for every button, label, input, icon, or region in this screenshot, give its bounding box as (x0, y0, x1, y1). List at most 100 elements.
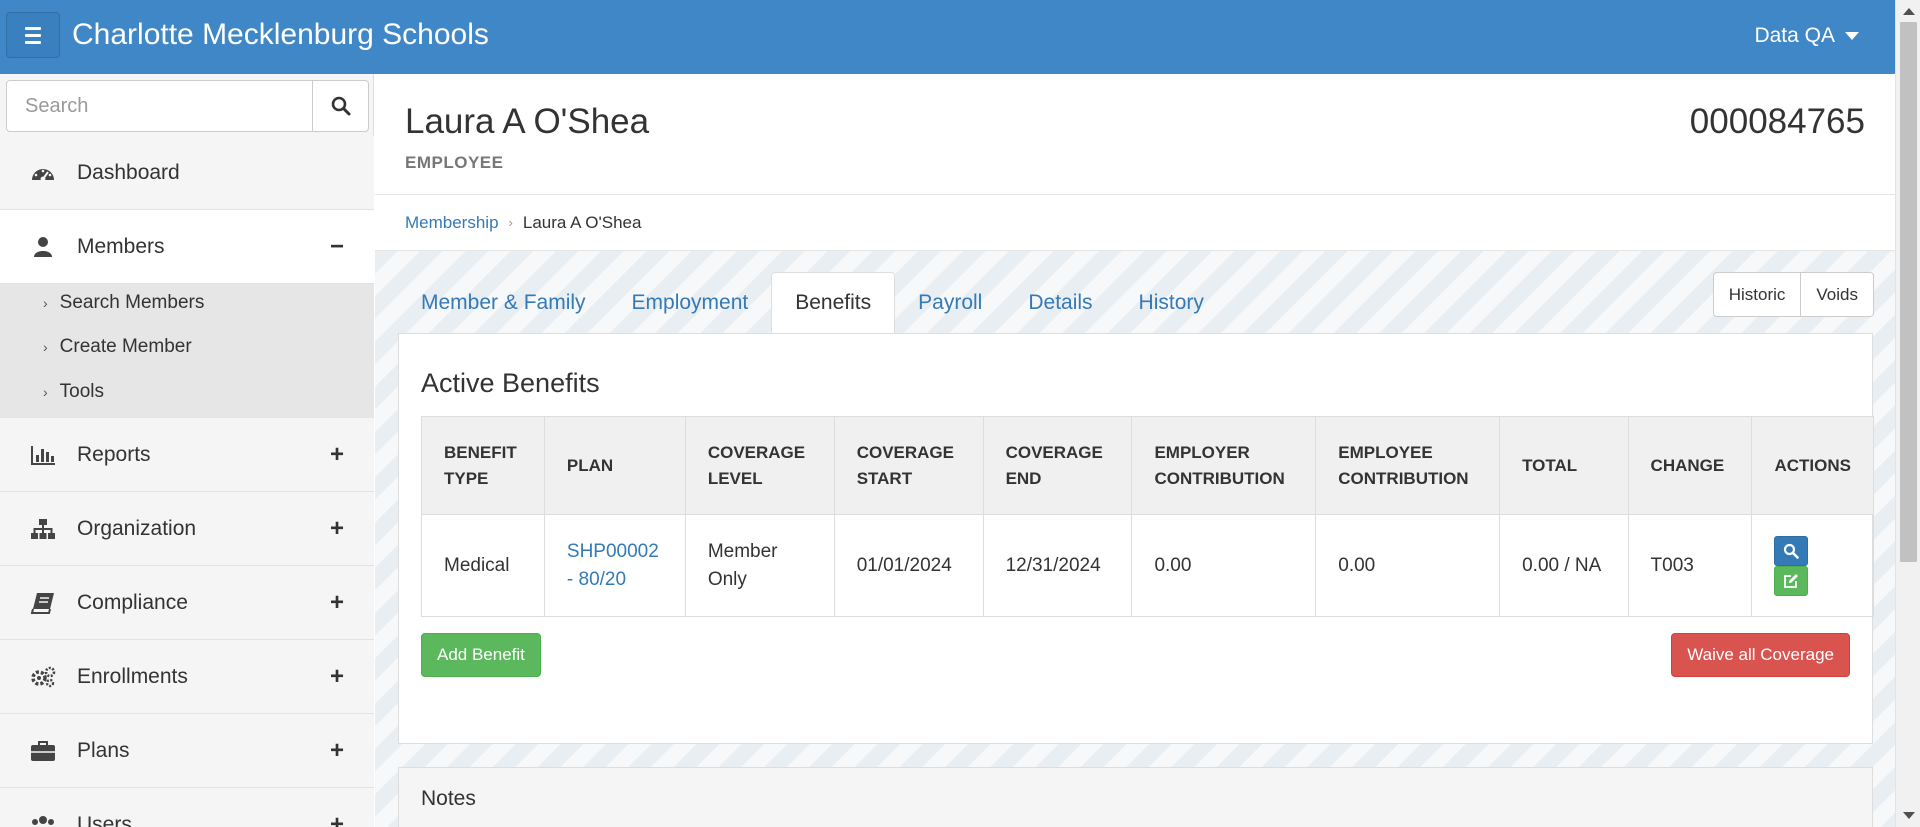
column-header: ACTIONS (1751, 416, 1874, 515)
bar-chart-icon (30, 444, 56, 466)
hamburger-icon (25, 26, 41, 30)
submenu-label: Search Members (59, 292, 205, 313)
tab-employment[interactable]: Employment (609, 272, 772, 333)
chevron-right-icon: › (43, 295, 48, 311)
sidebar-item-members[interactable]: Members − (0, 210, 374, 284)
sidebar-item-label: Plans (77, 738, 130, 762)
chevron-right-icon: › (43, 339, 48, 355)
chevron-right-icon: › (43, 384, 48, 400)
tab-payroll[interactable]: Payroll (895, 272, 1005, 333)
member-tabs: Member & Family Employment Benefits Payr… (398, 272, 1227, 333)
user-name: Data QA (1754, 24, 1835, 47)
member-id: 000084765 (1689, 102, 1865, 141)
active-benefits-panel: Active Benefits BENEFIT TYPE PLAN COVERA… (398, 333, 1874, 744)
submenu-label: Create Member (59, 336, 192, 357)
tab-member-family[interactable]: Member & Family (398, 272, 609, 333)
waive-all-coverage-button[interactable]: Waive all Coverage (1671, 633, 1850, 677)
tab-history[interactable]: History (1116, 272, 1227, 333)
breadcrumb: Membership › Laura A O'Shea (375, 195, 1895, 251)
total-cell: 0.00 / NA (1499, 514, 1629, 617)
sidebar-item-organization[interactable]: Organization + (0, 492, 374, 566)
dashboard-icon (30, 162, 56, 184)
expand-icon[interactable]: + (330, 441, 344, 469)
expand-icon[interactable]: + (330, 737, 344, 765)
users-icon (30, 814, 56, 827)
scroll-up-icon[interactable] (1903, 8, 1915, 15)
sidebar-item-reports[interactable]: Reports + (0, 418, 374, 492)
breadcrumb-current: Laura A O'Shea (522, 212, 642, 232)
view-benefit-button[interactable] (1774, 535, 1809, 566)
edit-icon (1784, 573, 1799, 588)
expand-icon[interactable]: + (330, 589, 344, 617)
notes-panel: Notes (398, 767, 1873, 827)
sidebar-item-compliance[interactable]: Compliance + (0, 566, 374, 640)
voids-button[interactable]: Voids (1801, 272, 1874, 317)
submenu-tools[interactable]: › Tools (43, 381, 104, 403)
user-icon (30, 236, 56, 258)
scrollbar-thumb[interactable] (1900, 22, 1917, 562)
submenu-search-members[interactable]: › Search Members (43, 292, 204, 314)
expand-icon[interactable]: + (330, 515, 344, 543)
sidebar: Dashboard Members − › Search Members › C… (0, 74, 374, 827)
sidebar-item-dashboard[interactable]: Dashboard (0, 136, 374, 210)
change-cell: T003 (1627, 514, 1753, 617)
gears-icon (30, 666, 56, 688)
column-header: COVERAGE LEVEL (684, 416, 835, 515)
sidebar-item-enrollments[interactable]: Enrollments + (0, 640, 374, 714)
benefit-type-cell: Medical (421, 514, 545, 617)
collapse-icon[interactable]: − (330, 233, 344, 261)
employee-contribution-cell: 0.00 (1315, 514, 1501, 617)
sidebar-item-label: Users (77, 812, 132, 827)
sidebar-item-label: Enrollments (77, 664, 188, 688)
historic-button[interactable]: Historic (1712, 272, 1802, 317)
employer-contribution-cell: 0.00 (1131, 514, 1317, 617)
search-icon (331, 96, 350, 116)
add-benefit-button[interactable]: Add Benefit (421, 633, 541, 677)
submenu-create-member[interactable]: › Create Member (43, 336, 192, 358)
sidebar-item-label: Organization (77, 516, 197, 540)
table-row: Medical SHP00002 - 80/20 Member Only 01/… (421, 514, 1874, 617)
panel-title: Active Benefits (421, 368, 600, 398)
breadcrumb-membership-link[interactable]: Membership (405, 213, 499, 233)
coverage-level-cell: Member Only (684, 514, 835, 617)
sidebar-item-label: Members (77, 234, 165, 258)
search-icon (1784, 543, 1800, 559)
search-button[interactable] (313, 80, 369, 132)
notes-title: Notes (421, 787, 476, 810)
column-header: COVERAGE START (833, 416, 984, 515)
expand-icon[interactable]: + (330, 663, 344, 691)
tab-benefits[interactable]: Benefits (771, 272, 896, 333)
view-toggle-group: Historic Voids (1712, 272, 1874, 317)
scroll-down-icon[interactable] (1903, 812, 1915, 819)
chevron-right-icon: › (508, 215, 513, 230)
page-scrollbar[interactable] (1895, 0, 1920, 827)
plan-cell: SHP00002 - 80/20 (543, 514, 686, 617)
content-area: Member & Family Employment Benefits Payr… (375, 251, 1895, 827)
hamburger-menu-button[interactable] (6, 12, 60, 58)
edit-benefit-button[interactable] (1774, 565, 1809, 596)
sidebar-item-plans[interactable]: Plans + (0, 714, 374, 788)
table-header-row: BENEFIT TYPE PLAN COVERAGE LEVEL COVERAG… (421, 416, 1874, 515)
caret-down-icon (1845, 32, 1859, 40)
column-header: PLAN (543, 416, 686, 515)
members-submenu: › Search Members › Create Member › Tools (0, 284, 374, 418)
column-header: CHANGE (1627, 416, 1753, 515)
member-header: Laura A O'Shea EMPLOYEE 000084765 (375, 74, 1895, 195)
tab-details[interactable]: Details (1005, 272, 1115, 333)
sidebar-search (6, 80, 369, 132)
expand-icon[interactable]: + (330, 811, 344, 827)
column-header: EMPLOYEE CONTRIBUTION (1315, 416, 1501, 515)
column-header: BENEFIT TYPE (421, 416, 545, 515)
column-header: TOTAL (1499, 416, 1629, 515)
app-title[interactable]: Charlotte Mecklenburg Schools (72, 16, 489, 54)
coverage-start-cell: 01/01/2024 (833, 514, 984, 617)
sidebar-item-users[interactable]: Users + (0, 788, 374, 827)
sidebar-item-label: Dashboard (77, 160, 180, 184)
sidebar-item-label: Reports (77, 442, 151, 466)
sitemap-icon (30, 518, 56, 540)
user-menu[interactable]: Data QA (1754, 24, 1859, 48)
search-input[interactable] (6, 80, 313, 132)
plan-link[interactable]: SHP00002 - 80/20 (567, 541, 659, 590)
briefcase-icon (30, 740, 56, 762)
column-header: EMPLOYER CONTRIBUTION (1131, 416, 1317, 515)
